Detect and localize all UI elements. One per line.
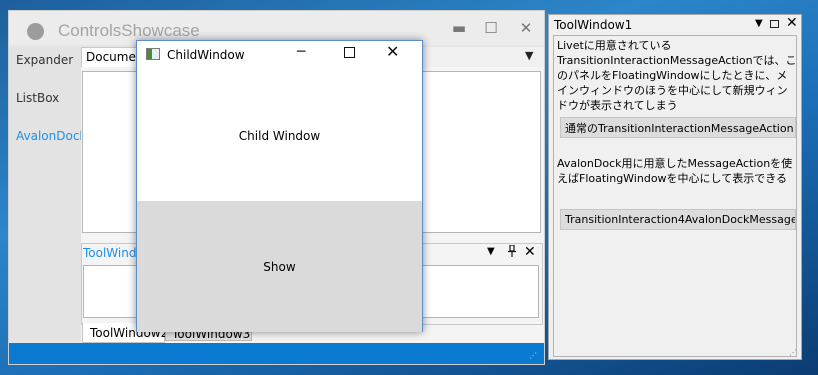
document-menu-icon[interactable]: ▼ bbox=[525, 49, 533, 62]
child-minimize-button[interactable]: ─ bbox=[297, 44, 305, 60]
close-button[interactable]: ✕ bbox=[514, 19, 538, 37]
child-close-button[interactable]: ✕ bbox=[386, 42, 399, 61]
app-circle-icon bbox=[27, 23, 44, 40]
description-text-1: Livetに用意されているTransitionInteractionMessag… bbox=[557, 39, 797, 112]
pin-icon[interactable] bbox=[507, 244, 517, 260]
window-title: ControlsShowcase bbox=[58, 21, 200, 40]
nav-item-expander[interactable]: Expander bbox=[16, 53, 73, 67]
child-window-title: ChildWindow bbox=[167, 48, 245, 62]
tool-close-icon[interactable]: ✕ bbox=[524, 244, 536, 260]
nav-item-listbox[interactable]: ListBox bbox=[16, 91, 59, 105]
minimize-button[interactable]: ▬ bbox=[447, 19, 471, 37]
tool-window-1: ToolWindow1 ▼ ✕ Livetに用意されているTransitionI… bbox=[548, 14, 802, 360]
resize-grip-icon[interactable]: ⋰ bbox=[529, 351, 537, 360]
description-text-2: AvalonDock用に用意したMessageActionを使えばFloatin… bbox=[557, 157, 793, 185]
child-window-label: Child Window bbox=[238, 129, 321, 143]
child-maximize-button[interactable] bbox=[344, 47, 355, 58]
tab-document[interactable]: Document bbox=[81, 47, 141, 67]
maximize-button[interactable]: ☐ bbox=[479, 19, 503, 37]
navigation-list: Expander ListBox AvalonDock bbox=[9, 47, 86, 342]
tool-window-1-body: Livetに用意されているTransitionInteractionMessag… bbox=[553, 35, 797, 357]
transition-message-button[interactable]: 通常のTransitionInteractionMessageAction bbox=[560, 117, 796, 138]
window-icon bbox=[146, 48, 160, 60]
tool-window-1-title[interactable]: ToolWindow1 bbox=[554, 18, 632, 32]
status-bar bbox=[9, 343, 544, 364]
maximize-icon[interactable] bbox=[770, 20, 779, 28]
nav-item-avalondock[interactable]: AvalonDock bbox=[16, 129, 86, 143]
resize-grip-icon[interactable]: ⋰ bbox=[789, 348, 797, 357]
close-icon[interactable]: ✕ bbox=[786, 15, 798, 31]
dropdown-icon[interactable]: ▼ bbox=[755, 18, 763, 29]
child-window: ChildWindow ─ ✕ Child Window Show bbox=[136, 40, 423, 332]
tool-dropdown-icon[interactable]: ▼ bbox=[487, 246, 495, 257]
show-button[interactable]: Show bbox=[137, 201, 422, 332]
avalondock-message-button[interactable]: TransitionInteraction4AvalonDockMessage bbox=[560, 209, 796, 230]
